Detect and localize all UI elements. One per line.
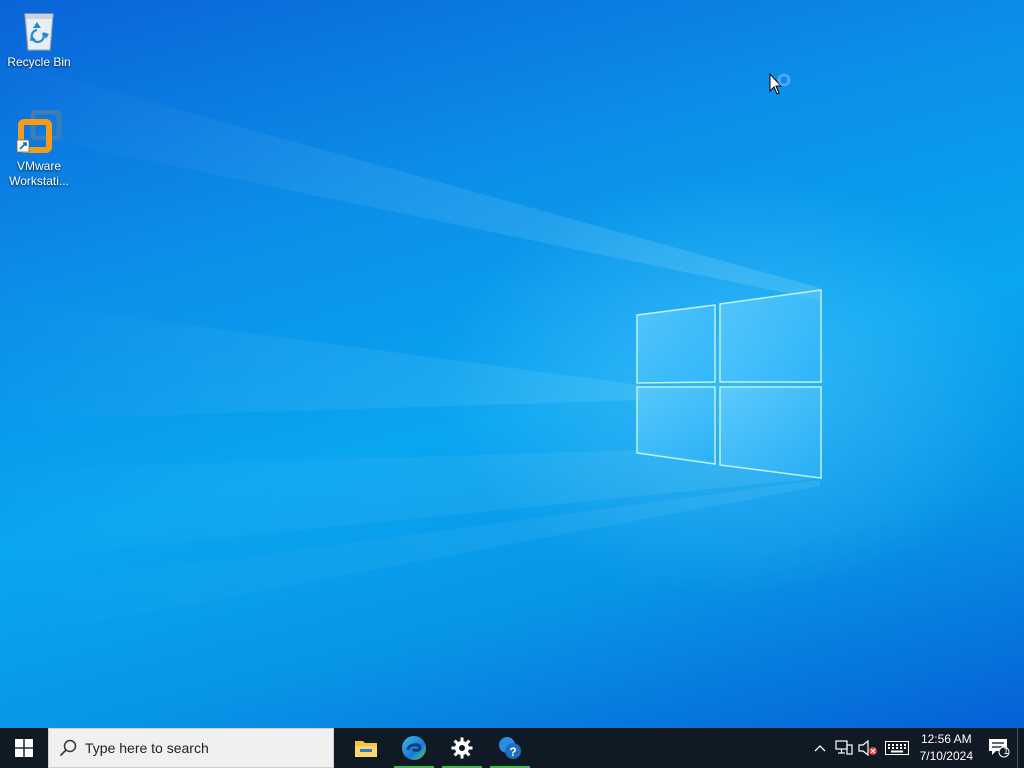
vmware-workstation-icon [15, 109, 63, 158]
taskbar-app-get-help[interactable]: ? [486, 728, 534, 768]
system-tray: 12:56 AM 7/10/2024 1 [808, 728, 1024, 768]
taskbar: Type here to search ? 12:56 AM 7/10/2024… [0, 728, 1024, 768]
start-button[interactable] [0, 728, 48, 768]
taskbar-app-edge[interactable] [390, 728, 438, 768]
input-indicator-button[interactable] [880, 728, 914, 768]
recycle-bin-icon [15, 6, 63, 54]
volume-muted-icon [858, 740, 877, 756]
desktop-icon-vmware-workstation[interactable]: VMware Workstati... [1, 109, 77, 189]
clock-time: 12:56 AM [920, 732, 972, 746]
notification-count: 1 [1003, 746, 1009, 756]
chevron-up-icon [814, 745, 826, 752]
taskbar-app-settings[interactable] [438, 728, 486, 768]
search-icon [59, 739, 77, 757]
keyboard-icon [884, 741, 909, 755]
taskbar-search-box[interactable]: Type here to search [48, 728, 334, 768]
taskbar-app-file-explorer[interactable] [342, 728, 390, 768]
busy-cursor-icon [769, 73, 791, 95]
volume-button[interactable] [856, 728, 880, 768]
network-button[interactable] [832, 728, 856, 768]
show-desktop-button[interactable] [1017, 728, 1024, 768]
search-placeholder: Type here to search [85, 740, 209, 756]
help-icon: ? [499, 737, 521, 759]
clock-date: 7/10/2024 [919, 749, 973, 763]
gear-icon [451, 737, 473, 759]
windows-logo-icon [15, 739, 33, 757]
action-center-button[interactable]: 1 [981, 728, 1017, 768]
show-hidden-icons-button[interactable] [808, 728, 832, 768]
pinned-apps: ? [342, 728, 534, 768]
windows-wallpaper-logo [636, 289, 822, 479]
desktop[interactable]: Recycle Bin VMware Workstati... [0, 0, 1024, 728]
network-icon [835, 740, 853, 755]
desktop-icon-label: VMware Workstati... [9, 159, 69, 188]
wallpaper-light-rays [0, 60, 820, 640]
edge-icon [402, 736, 426, 760]
clock[interactable]: 12:56 AM 7/10/2024 [914, 731, 981, 765]
svg-text:?: ? [509, 745, 516, 759]
desktop-icon-recycle-bin[interactable]: Recycle Bin [1, 6, 77, 70]
desktop-icon-label: Recycle Bin [7, 55, 71, 69]
file-explorer-icon [355, 741, 377, 757]
